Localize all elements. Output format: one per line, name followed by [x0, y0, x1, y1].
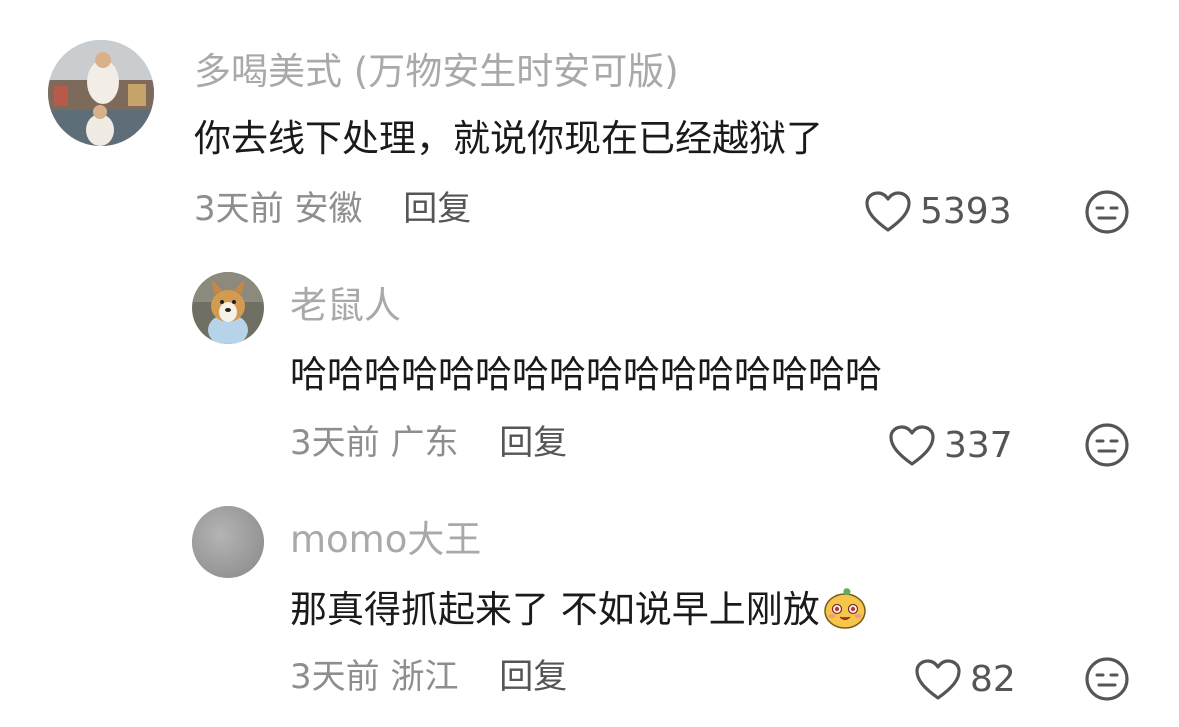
reply-button[interactable]: 回复	[499, 423, 567, 463]
comment-time: 3天前	[194, 189, 284, 229]
comment-username[interactable]: 老鼠人	[290, 284, 401, 328]
like-count: 337	[944, 425, 1013, 466]
reply-button[interactable]: 回复	[403, 189, 471, 229]
like-button[interactable]: 82	[914, 658, 1016, 702]
comment-content: 那真得抓起来了 不如说早上刚放	[290, 584, 868, 633]
like-count: 82	[970, 659, 1016, 700]
user-avatar[interactable]	[48, 40, 154, 146]
comment-location: 安徽	[294, 189, 363, 229]
comment-content: 你去线下处理，就说你现在已经越狱了	[194, 117, 823, 160]
like-button[interactable]: 337	[888, 424, 1013, 468]
heart-outline-icon	[914, 658, 962, 702]
comment-meta: 3天前 浙江 回复	[290, 656, 567, 698]
comment-time: 3天前	[290, 423, 380, 463]
like-count: 5393	[920, 191, 1012, 232]
photo-avatar-icon	[48, 40, 154, 146]
comment-content: 哈哈哈哈哈哈哈哈哈哈哈哈哈哈哈哈	[290, 353, 882, 396]
comment-text: 那真得抓起来了 不如说早上刚放	[290, 588, 820, 631]
comment-location: 广东	[390, 423, 459, 463]
neutral-face-icon[interactable]	[1084, 189, 1130, 235]
heart-outline-icon	[888, 424, 936, 468]
comment-meta: 3天前 安徽 回复	[194, 188, 471, 230]
gray-default-avatar-icon	[192, 506, 264, 578]
reply-button[interactable]: 回复	[499, 657, 567, 697]
comment-time: 3天前	[290, 657, 380, 697]
user-avatar[interactable]	[192, 506, 264, 578]
comment-meta: 3天前 广东 回复	[290, 422, 567, 464]
smiling-fruit-emoji-icon	[822, 584, 868, 630]
user-avatar[interactable]	[192, 272, 264, 344]
like-button[interactable]: 5393	[864, 190, 1012, 234]
corgi-avatar-icon	[192, 272, 264, 344]
neutral-face-icon[interactable]	[1084, 422, 1130, 468]
comment-location: 浙江	[390, 657, 459, 697]
heart-outline-icon	[864, 190, 912, 234]
neutral-face-icon[interactable]	[1084, 656, 1130, 702]
comment-username[interactable]: 多喝美式 (万物安生时安可版)	[194, 50, 679, 94]
comment-username[interactable]: momo大王	[290, 518, 481, 562]
